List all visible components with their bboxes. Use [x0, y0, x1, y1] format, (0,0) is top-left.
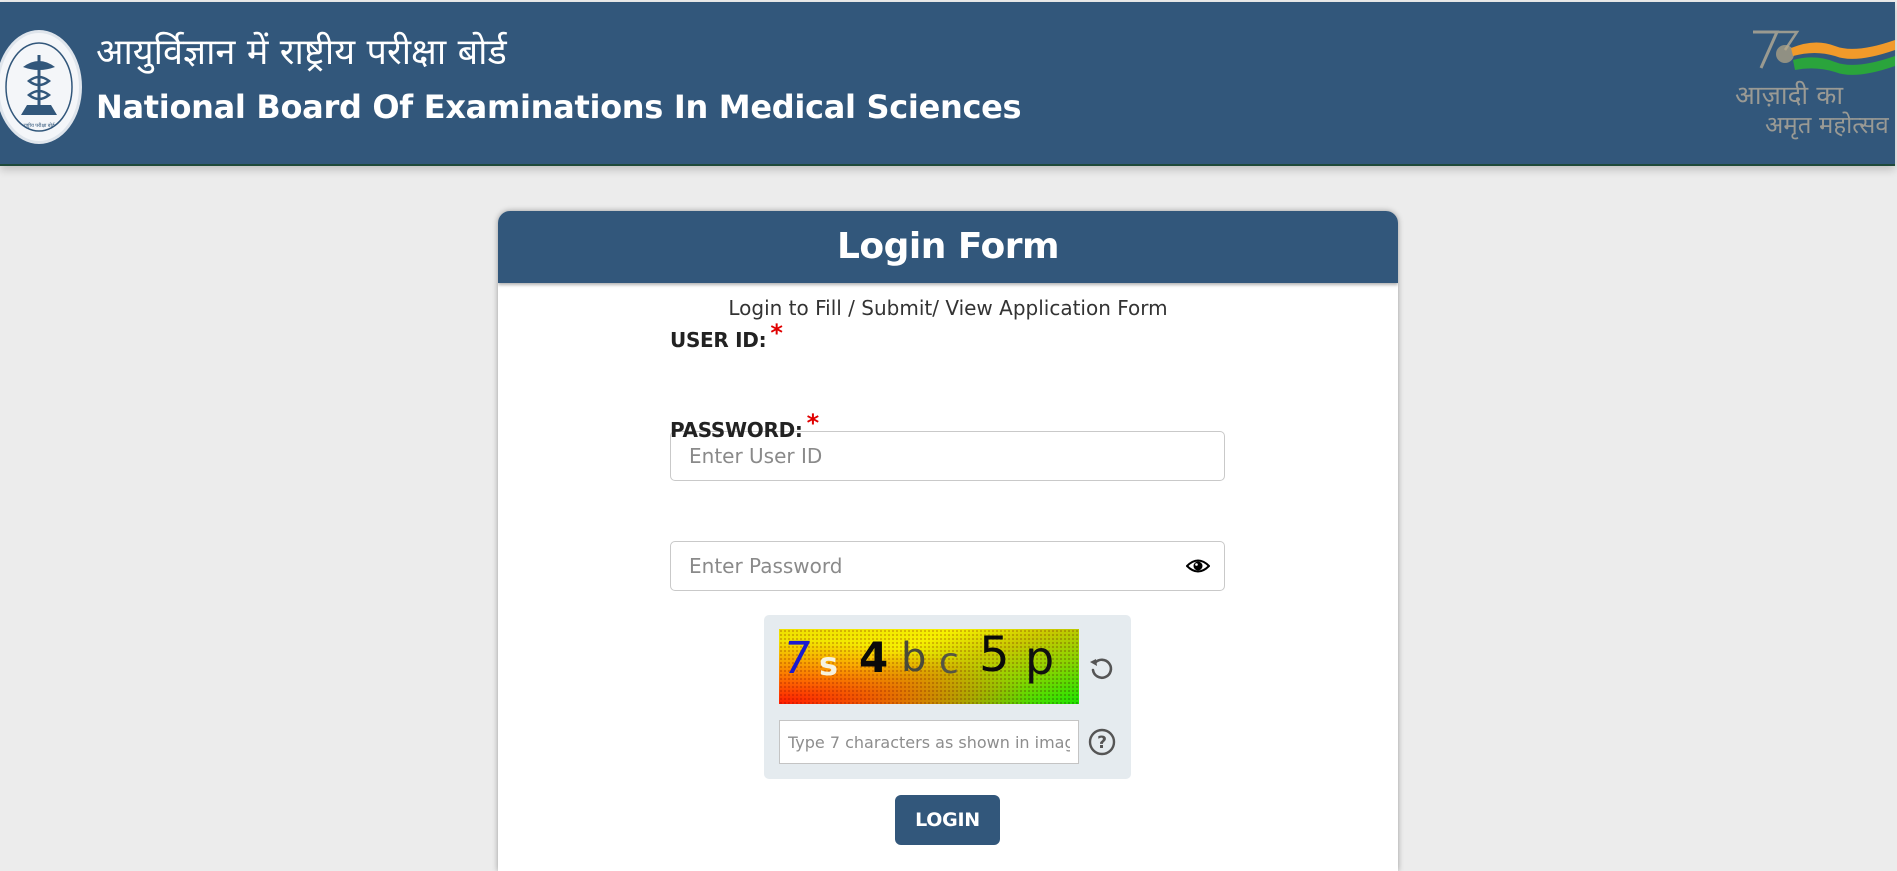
nbems-logo: राष्ट्रीय परीक्षा बोर्ड: [0, 30, 82, 144]
svg-text:?: ?: [1097, 733, 1107, 753]
azadi-ka-amrit-mahotsav-logo: आज़ादी का अमृत महोत्सव: [1735, 24, 1895, 144]
login-card: Login Form Login to Fill / Submit/ View …: [498, 211, 1398, 871]
password-input[interactable]: [670, 541, 1225, 591]
english-title: National Board Of Examinations In Medica…: [96, 88, 1022, 126]
caduceus-emblem-icon: राष्ट्रीय परीक्षा बोर्ड: [5, 42, 73, 132]
required-asterisk: *: [770, 319, 783, 347]
password-label: PASSWORD: *: [670, 409, 819, 443]
captcha-char: c: [939, 641, 959, 682]
site-header: राष्ट्रीय परीक्षा बोर्ड आयुर्विज्ञान में…: [0, 2, 1895, 166]
login-card-header: Login Form: [498, 211, 1398, 283]
captcha-image: 7 s 4 b c 5 p: [779, 629, 1079, 704]
svg-text:राष्ट्रीय परीक्षा बोर्ड: राष्ट्रीय परीक्षा बोर्ड: [23, 122, 55, 129]
azadi-line1: आज़ादी का: [1735, 81, 1844, 111]
user-id-label-text: USER ID:: [670, 328, 767, 352]
login-form-title: Login Form: [836, 226, 1060, 267]
hindi-title: आयुर्विज्ञान में राष्ट्रीय परीक्षा बोर्ड: [96, 32, 507, 73]
user-id-label: USER ID: *: [670, 319, 783, 353]
captcha-input[interactable]: [779, 720, 1079, 764]
login-button[interactable]: LOGIN: [895, 795, 1000, 845]
captcha-char: b: [901, 635, 927, 681]
captcha-panel: 7 s 4 b c 5 p ?: [764, 615, 1131, 779]
show-password-eye-icon[interactable]: [1185, 557, 1211, 575]
captcha-char: 4: [859, 633, 889, 682]
required-asterisk: *: [806, 409, 820, 437]
azadi-line2: अमृत महोत्सव: [1765, 111, 1889, 139]
refresh-captcha-icon[interactable]: [1087, 653, 1117, 683]
captcha-char: 5: [979, 629, 1010, 683]
captcha-help-icon[interactable]: ?: [1087, 727, 1117, 757]
captcha-char: s: [819, 645, 839, 683]
login-form-subtitle: Login to Fill / Submit/ View Application…: [728, 296, 1168, 320]
password-label-text: PASSWORD:: [670, 418, 803, 442]
captcha-char: p: [1025, 631, 1055, 685]
